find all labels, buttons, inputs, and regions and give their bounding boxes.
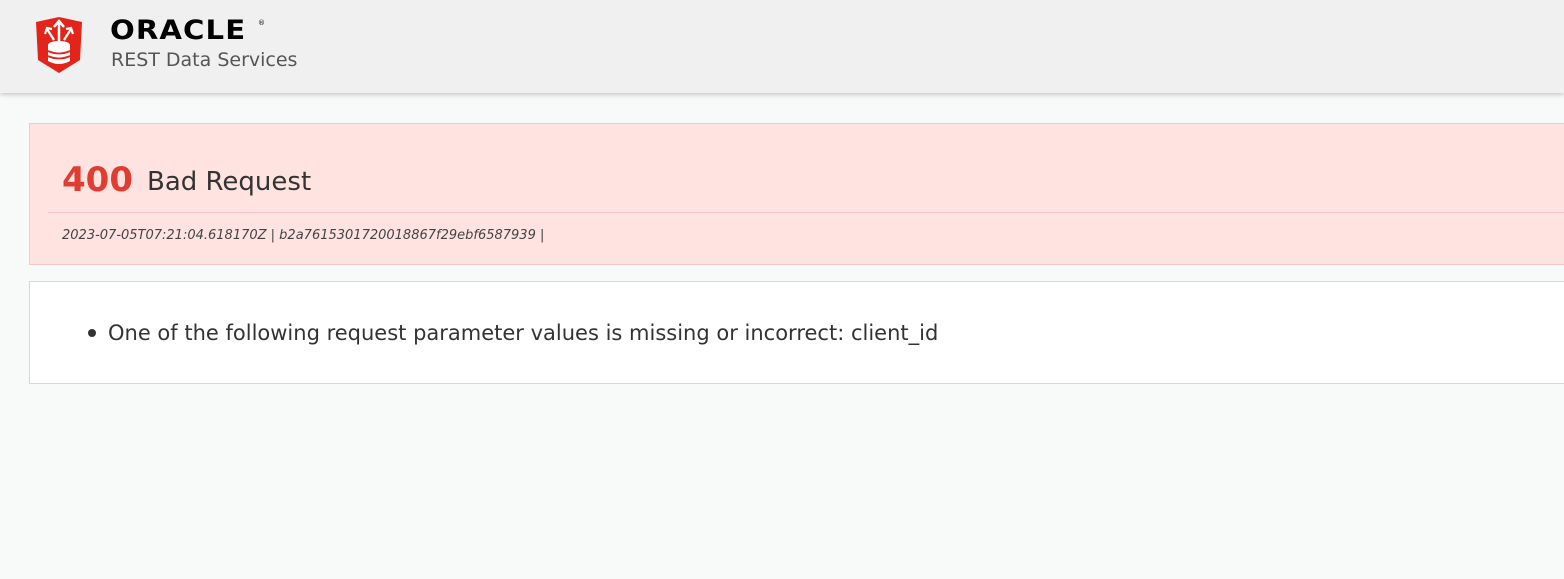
product-name: REST Data Services <box>111 49 298 71</box>
error-metadata: 2023-07-05T07:21:04.618170Z | b2a7615301… <box>62 228 545 243</box>
database-shield-icon <box>34 16 84 74</box>
banner-divider <box>48 212 1564 213</box>
status-code: 400 <box>62 160 133 200</box>
error-details-list: One of the following request parameter v… <box>88 320 938 346</box>
page-header: ORACLE ® REST Data Services <box>0 0 1564 93</box>
registered-mark: ® <box>258 19 265 27</box>
bullet-icon <box>88 329 96 337</box>
error-detail-text: One of the following request parameter v… <box>108 321 939 345</box>
error-details-panel: One of the following request parameter v… <box>29 281 1564 384</box>
list-item: One of the following request parameter v… <box>88 320 938 346</box>
oracle-logo-wordmark: ORACLE <box>110 15 247 46</box>
error-banner: 400 Bad Request 2023-07-05T07:21:04.6181… <box>29 123 1564 265</box>
status-text: Bad Request <box>147 167 312 197</box>
